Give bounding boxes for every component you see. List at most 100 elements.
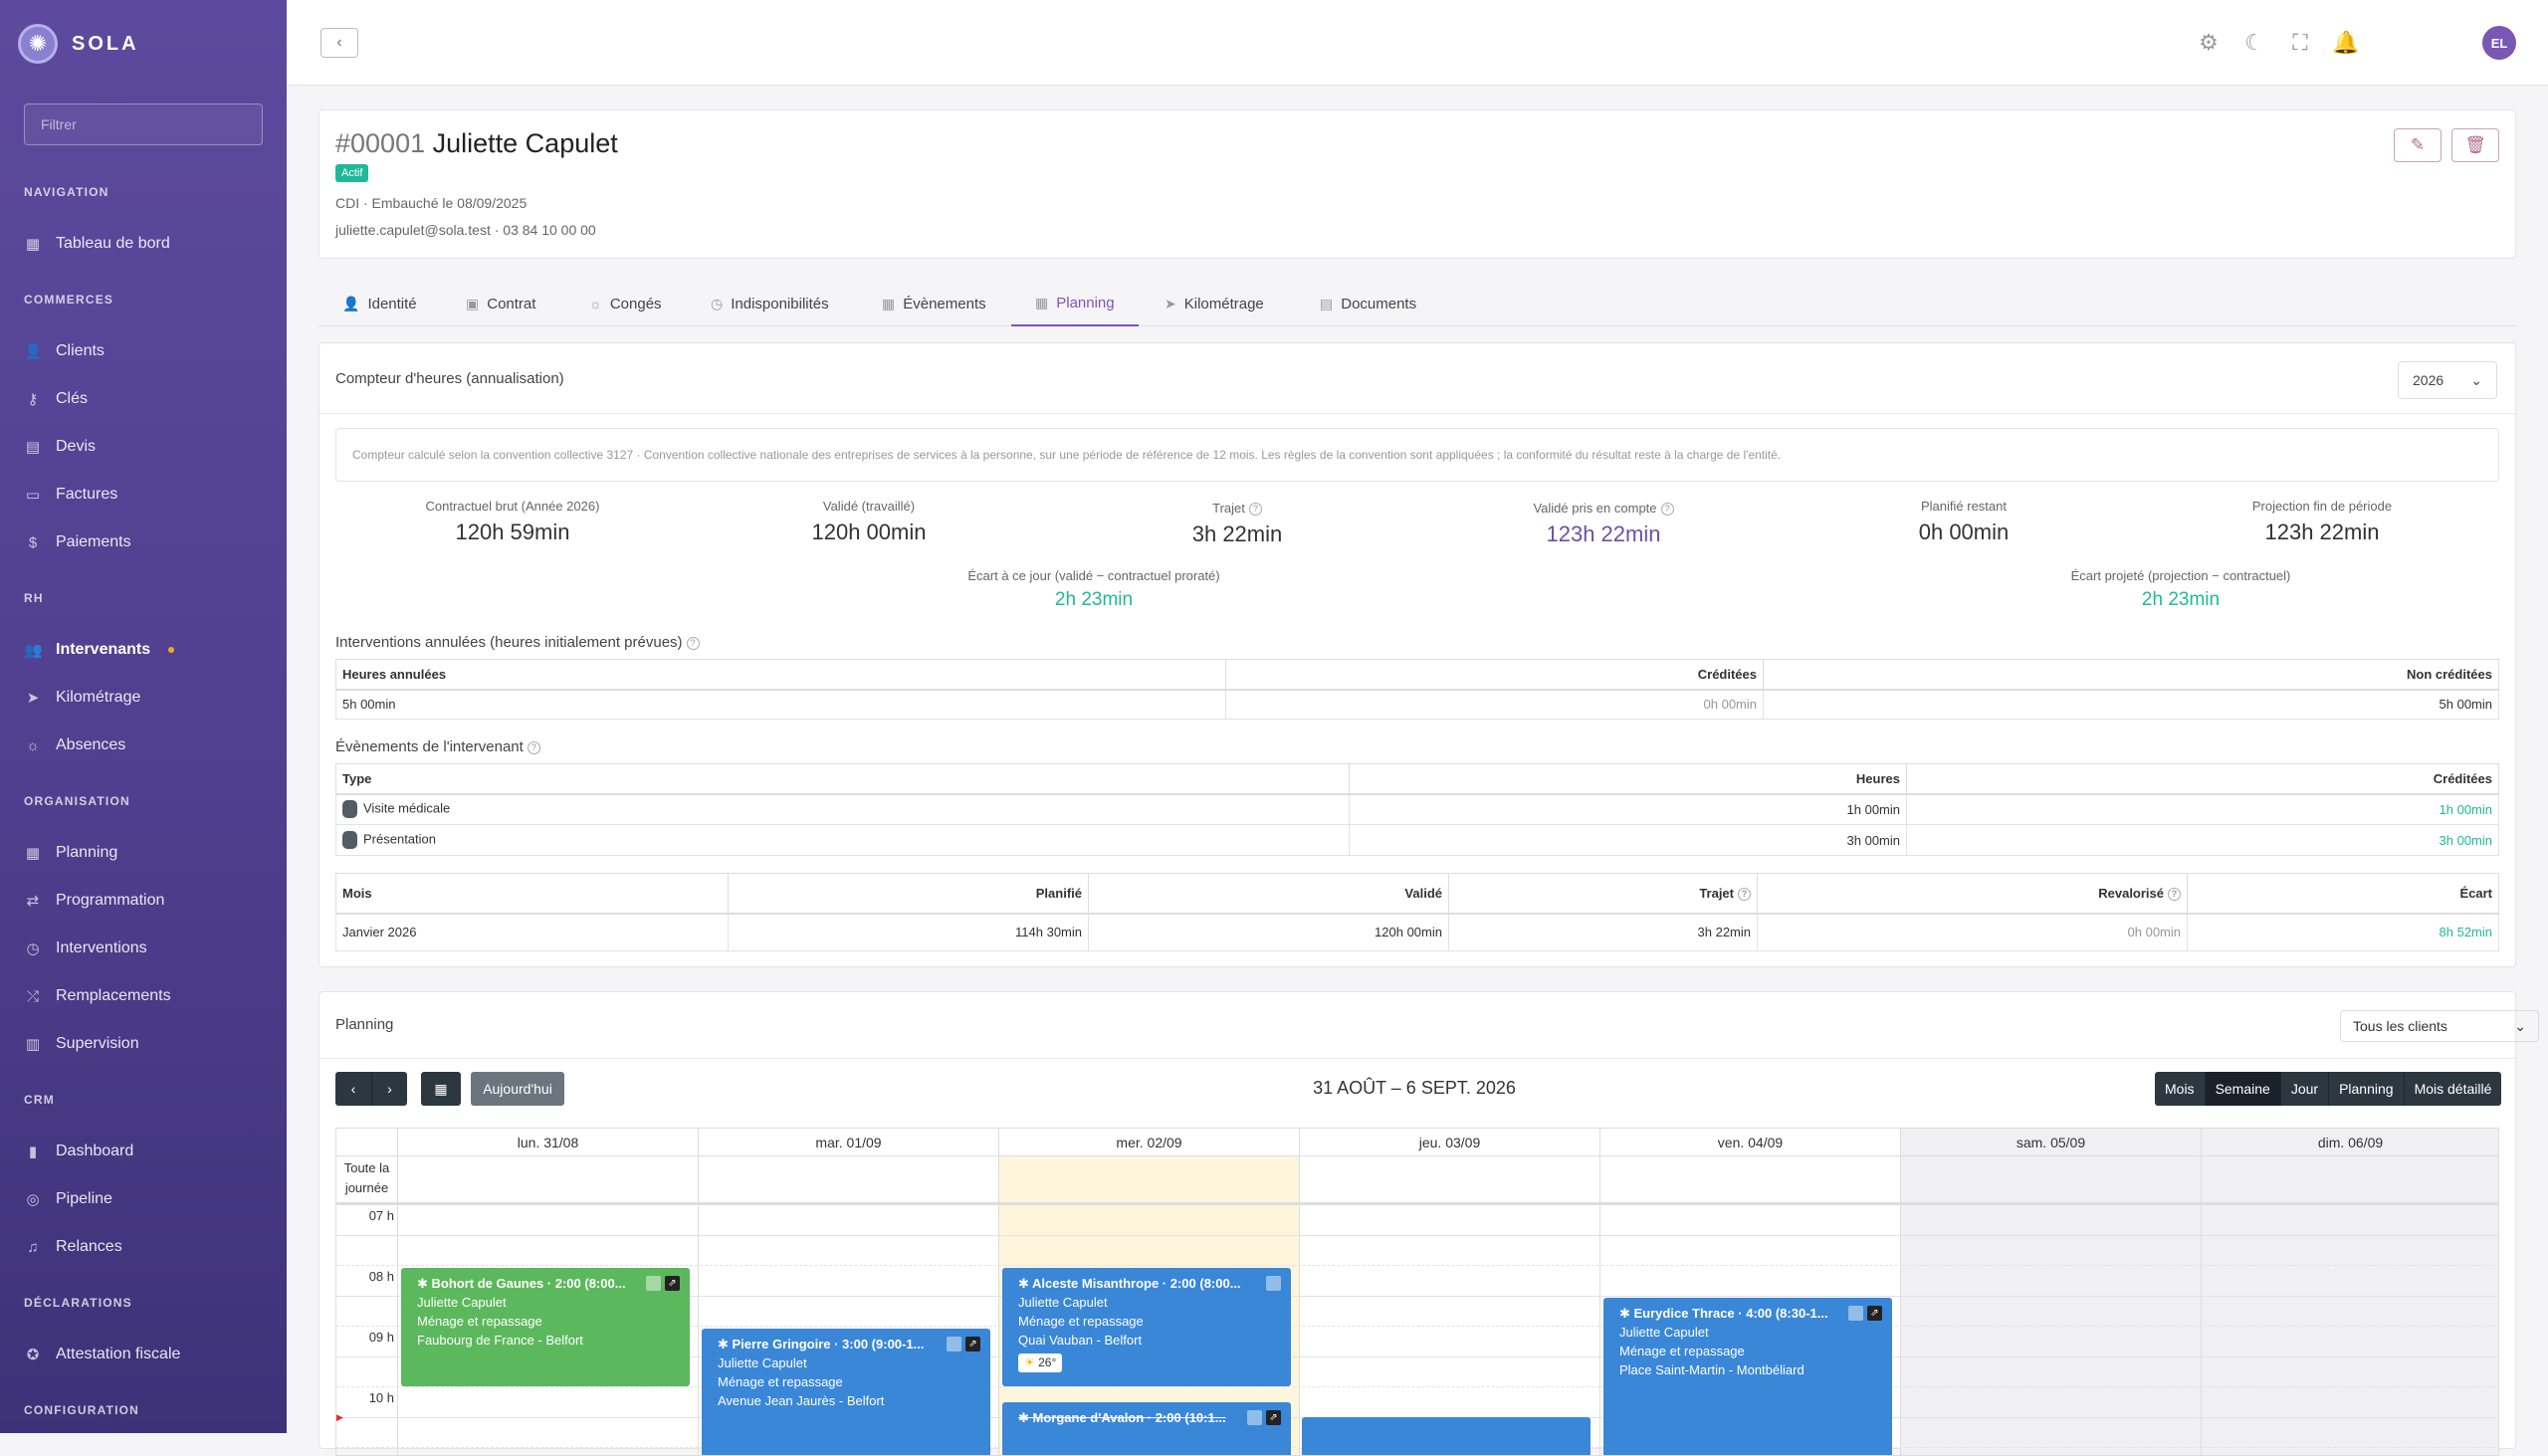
sidebar-item-kilometrage[interactable]: ➤ Kilométrage — [24, 686, 141, 710]
week-calendar: lun. 31/08 mar. 01/09 mer. 02/09 jeu. 03… — [335, 1128, 2499, 1456]
link-icon[interactable]: ⇗ — [665, 1276, 680, 1291]
weather-badge: ☀ 26° — [1018, 1353, 1063, 1372]
day-column[interactable] — [1300, 1156, 1600, 1455]
delete-button[interactable]: 🗑 — [2451, 128, 2499, 162]
note-icon[interactable] — [1266, 1276, 1281, 1291]
briefcase-icon: ▣ — [466, 295, 480, 312]
tab-conges[interactable]: ☼ Congés — [589, 281, 662, 326]
sidebar-item-dashboard[interactable]: ▮ Dashboard — [24, 1140, 133, 1163]
stat-valide-pris-en-compte: Validé pris en compte? 123h 22min — [1424, 501, 1783, 547]
employee-number: #00001 — [335, 128, 426, 158]
sidebar-item-clients[interactable]: 👤 Clients — [24, 339, 105, 363]
day-header[interactable]: lun. 31/08 — [398, 1129, 699, 1156]
send-icon: ➤ — [1165, 295, 1176, 312]
tab-evenements[interactable]: ▦ Évènements — [882, 281, 986, 326]
calendar-event-partial[interactable] — [1302, 1417, 1591, 1455]
note-icon[interactable] — [646, 1276, 661, 1291]
tab-documents[interactable]: ▤ Documents — [1320, 281, 1416, 326]
event-status-icon: ✱ — [417, 1276, 432, 1291]
target-icon: ◎ — [26, 1191, 40, 1208]
calendar-event[interactable]: ✱ Eurydice Thrace · 4:00 (8:30-1... Juli… — [1603, 1298, 1892, 1455]
view-mois-button[interactable]: Mois — [2155, 1072, 2206, 1106]
help-icon[interactable]: ? — [686, 636, 700, 650]
sidebar-item-planning[interactable]: ▦ Planning — [24, 841, 117, 865]
calendar-event[interactable]: ✱ Bohort de Gaunes · 2:00 (8:00... Julie… — [401, 1268, 690, 1386]
contract-line: CDI · Embauché le 08/09/2025 — [335, 195, 528, 211]
help-icon[interactable]: ? — [1248, 503, 1262, 517]
day-header[interactable]: mer. 02/09 — [999, 1129, 1300, 1156]
logo[interactable]: ✺ SOLA — [18, 24, 139, 64]
planning-card: Planning Tous les clients ⌄ ‹ › ▦ Aujourd… — [318, 991, 2539, 1456]
note-icon[interactable] — [947, 1337, 961, 1352]
tab-kilometrage[interactable]: ➤ Kilométrage — [1165, 281, 1264, 326]
sidebar-filter-input[interactable] — [24, 104, 263, 145]
client-filter-select[interactable]: Tous les clients ⌄ — [2340, 1010, 2539, 1042]
view-jour-button[interactable]: Jour — [2280, 1072, 2330, 1106]
view-mois-detaille-button[interactable]: Mois détaillé — [2404, 1072, 2502, 1106]
help-icon[interactable]: ? — [527, 740, 540, 754]
day-column-weekend[interactable] — [2202, 1156, 2498, 1455]
sidebar-item-pipeline[interactable]: ◎ Pipeline — [24, 1187, 111, 1211]
sidebar-item-cles[interactable]: ⚷ Clés — [24, 387, 89, 411]
next-week-button[interactable]: › — [371, 1072, 407, 1106]
sidebar-item-remplacements[interactable]: ⤮ Remplacements — [24, 984, 171, 1008]
tab-identite[interactable]: 👤 Identité — [342, 281, 417, 326]
tab-planning[interactable]: ▦ Planning — [1011, 281, 1139, 326]
note-icon[interactable] — [1848, 1306, 1863, 1321]
edit-button[interactable]: ✎ — [2394, 128, 2442, 162]
stat-trajet: Trajet? 3h 22min — [1191, 501, 1283, 547]
day-header[interactable]: dim. 06/09 — [2202, 1129, 2498, 1156]
day-header[interactable]: mar. 01/09 — [699, 1129, 999, 1156]
sidebar-item-relances[interactable]: ♫ Relances — [24, 1235, 121, 1259]
sidebar-item-supervision[interactable]: ▥ Supervision — [24, 1032, 139, 1056]
sidebar-item-devis[interactable]: ▤ Devis — [24, 435, 96, 459]
link-icon[interactable]: ⇗ — [1867, 1306, 1882, 1321]
link-icon[interactable]: ⇗ — [965, 1337, 980, 1352]
sidebar-item-factures[interactable]: ▭ Factures — [24, 483, 117, 507]
year-select[interactable]: 2026 ⌄ — [2398, 361, 2497, 399]
sidebar-item-tableau-de-bord[interactable]: ▦ Tableau de bord — [24, 232, 170, 256]
file-icon: ▤ — [25, 439, 41, 456]
invoice-icon: ▭ — [25, 487, 41, 504]
sidebar-item-paiements[interactable]: $ Paiements — [24, 530, 131, 554]
sidebar-item-programmation[interactable]: ⇄ Programmation — [24, 889, 165, 913]
tab-indisponibilites[interactable]: ◷ Indisponibilités — [711, 281, 829, 326]
events-table: Type Heures Créditées Visite médicale 1h 00… — [335, 763, 2499, 856]
calendar-event[interactable]: ✱ Morgane d'Avalon · 2:00 (10:1... ⇗ — [1002, 1402, 1291, 1455]
bell-icon[interactable]: 🔔 — [2331, 28, 2361, 58]
help-icon[interactable]: ? — [2168, 887, 2181, 901]
shuffle-icon: ⤮ — [26, 987, 39, 1005]
sidebar-item-attestation-fiscale[interactable]: ✪ Attestation fiscale — [24, 1343, 181, 1366]
avatar[interactable]: EL — [2482, 26, 2516, 60]
fullscreen-icon[interactable]: ⛶ — [2285, 28, 2315, 58]
calendar-event[interactable]: ✱ Alceste Misanthrope · 2:00 (8:00... Ju… — [1002, 1268, 1291, 1386]
settings-icon[interactable]: ⚙ — [2194, 28, 2224, 58]
calendar-event[interactable]: ✱ Pierre Gringoire · 3:00 (9:00-1... Jul… — [702, 1329, 990, 1455]
day-header[interactable]: jeu. 03/09 — [1300, 1129, 1600, 1156]
help-icon[interactable]: ? — [1738, 887, 1751, 901]
note-icon[interactable] — [1247, 1410, 1262, 1425]
today-button[interactable]: Aujourd'hui — [471, 1072, 564, 1106]
view-semaine-button[interactable]: Semaine — [2205, 1072, 2281, 1106]
date-picker-button[interactable]: ▦ — [421, 1072, 461, 1106]
tabs: 👤 Identité ▣ Contrat ☼ Congés ◷ Indisponibil… — [318, 281, 2516, 326]
sidebar-item-absences[interactable]: ☼ Absences — [24, 733, 125, 757]
trash-icon: 🗑 — [2464, 135, 2486, 154]
table-row: Janvier 2026 114h 30min 120h 00min 3h 22min… — [335, 913, 2499, 951]
view-switcher: Mois Semaine Jour Planning Mois détaillé — [2155, 1072, 2502, 1106]
day-header[interactable]: ven. 04/09 — [1600, 1129, 1901, 1156]
day-header[interactable]: sam. 05/09 — [1901, 1129, 2202, 1156]
view-planning-button[interactable]: Planning — [2329, 1072, 2405, 1106]
day-column-weekend[interactable] — [1901, 1156, 2202, 1455]
help-icon[interactable]: ? — [1660, 503, 1674, 517]
sidebar-item-intervenants[interactable]: 👥 Intervenants — [24, 638, 175, 662]
collapse-sidebar-button[interactable]: ‹ — [320, 28, 358, 58]
sidebar-item-interventions[interactable]: ◷ Interventions — [24, 936, 146, 960]
moon-icon[interactable]: ☾ — [2239, 28, 2269, 58]
nav-section-title: DÉCLARATIONS — [24, 1296, 132, 1310]
prev-week-button[interactable]: ‹ — [335, 1072, 371, 1106]
user-icon: 👤 — [342, 295, 360, 312]
tab-contrat[interactable]: ▣ Contrat — [466, 281, 535, 326]
chevron-down-icon: ⌄ — [2470, 371, 2482, 388]
link-icon[interactable]: ⇗ — [1266, 1410, 1281, 1425]
